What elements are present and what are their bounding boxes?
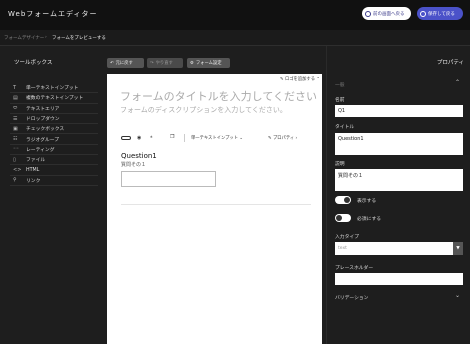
chevron-up-icon[interactable]: ⌃ bbox=[316, 77, 320, 82]
textarea-icon: ⬭ bbox=[13, 105, 18, 112]
top-bar: Webフォームエディター 前の画面へ戻る 保存して戻る bbox=[0, 0, 470, 30]
breadcrumb-parent[interactable]: フォームデザイナー bbox=[4, 35, 44, 41]
dropdown-icon: ☰ bbox=[13, 115, 18, 122]
question-title[interactable]: Question1 bbox=[121, 152, 157, 160]
placeholder-label: プレースホルダー bbox=[335, 266, 374, 271]
name-input[interactable]: Q1 bbox=[335, 105, 463, 117]
add-logo-link[interactable]: ✎ ロゴを追加する ⌃ bbox=[280, 76, 320, 82]
title-textarea[interactable]: Question1 bbox=[335, 133, 463, 155]
undo-icon: ↶ bbox=[110, 60, 114, 66]
toolbox-item-checkbox[interactable]: ▣ チェックボックス bbox=[10, 124, 98, 135]
copy-icon[interactable]: ❐ bbox=[170, 134, 174, 140]
link-icon: ⚲ bbox=[13, 177, 17, 184]
add-logo-label: ロゴを追加する bbox=[284, 77, 316, 82]
required-icon[interactable]: ⁎ bbox=[150, 134, 153, 140]
toolbox-item-label: ドロップダウン bbox=[26, 117, 60, 123]
chevron-down-icon[interactable]: ⌄ bbox=[455, 292, 460, 299]
rating-icon: ◦◦ bbox=[13, 146, 19, 153]
toolbox-item-label: 複数のテキストインプット bbox=[26, 96, 84, 102]
redo-icon: ↷ bbox=[150, 60, 154, 66]
text-icon: T bbox=[13, 84, 17, 91]
toolbox-item-single-text[interactable]: T 単一テキストインプット bbox=[10, 83, 98, 94]
eye-icon[interactable]: ◉ bbox=[137, 135, 141, 141]
toggle-knob bbox=[344, 197, 350, 203]
validation-section-header[interactable]: バリデーション bbox=[335, 294, 368, 301]
toolbar-divider bbox=[184, 134, 185, 142]
toolbox-item-label: 単一テキストインプット bbox=[26, 86, 79, 92]
toolbox-item-label: リンク bbox=[26, 178, 41, 184]
toolbox-item-dropdown[interactable]: ☰ ドロップダウン bbox=[10, 114, 98, 125]
description-textarea[interactable]: 質問その１ bbox=[335, 169, 463, 191]
toggle-knob bbox=[336, 215, 342, 221]
back-button[interactable]: 前の画面へ戻る bbox=[362, 7, 411, 20]
form-title-input[interactable]: フォームのタイトルを入力してください bbox=[120, 88, 317, 104]
form-canvas: ✎ ロゴを追加する ⌃ フォームのタイトルを入力してください フォームのディスク… bbox=[107, 74, 322, 344]
redo-button[interactable]: ↷ やり直す bbox=[147, 58, 183, 68]
save-button-label: 保存して戻る bbox=[428, 11, 455, 17]
title-label: タイトル bbox=[335, 125, 355, 130]
input-type-value: text bbox=[338, 246, 347, 251]
placeholder-input[interactable] bbox=[335, 273, 463, 285]
toolbox-title: ツールボックス bbox=[14, 60, 53, 66]
toolbox-item-file[interactable]: ▯ ファイル bbox=[10, 155, 98, 166]
toolbox-item-radiogroup[interactable]: ☷ ラジオグループ bbox=[10, 134, 98, 145]
toolbox-item-label: レーティング bbox=[26, 147, 55, 153]
breadcrumb: フォームデザイナー › フォームをプレビューする bbox=[0, 30, 470, 46]
app-title: Webフォームエディター bbox=[8, 10, 98, 18]
settings-icon: ⚙ bbox=[190, 60, 194, 66]
question-divider bbox=[121, 204, 311, 205]
input-type-label: 入力タイプ bbox=[335, 235, 359, 240]
undo-button[interactable]: ↶ 元に戻す bbox=[107, 58, 144, 68]
toolbox-item-rating[interactable]: ◦◦ レーティング bbox=[10, 145, 98, 156]
question-answer-input[interactable] bbox=[121, 171, 216, 187]
properties-panel: プロパティ 一般 ⌃ 名前 Q1 タイトル Question1 説明 質問その１… bbox=[326, 46, 470, 344]
form-editor-app: Webフォームエディター 前の画面へ戻る 保存して戻る フォームデザイナー › … bbox=[0, 0, 470, 344]
form-settings-label: フォーム設定 bbox=[195, 61, 222, 66]
toolbox-item-multi-text[interactable]: ▤ 複数のテキストインプット bbox=[10, 93, 98, 104]
chevron-up-icon[interactable]: ⌃ bbox=[455, 79, 460, 86]
breadcrumb-separator: › bbox=[45, 35, 47, 40]
question-description[interactable]: 質問その１ bbox=[121, 161, 146, 168]
chevron-down-icon[interactable]: ▼ bbox=[453, 242, 463, 255]
drag-handle-icon[interactable] bbox=[121, 136, 131, 140]
toolbox-item-link[interactable]: ⚲ リンク bbox=[10, 176, 98, 186]
required-toggle[interactable] bbox=[335, 214, 351, 222]
name-label: 名前 bbox=[335, 98, 345, 103]
required-label: 必須にする bbox=[357, 217, 382, 222]
save-icon bbox=[420, 10, 426, 17]
input-type-select[interactable]: text ▼ bbox=[335, 242, 463, 255]
save-and-return-button[interactable]: 保存して戻る bbox=[417, 7, 463, 20]
breadcrumb-current: フォームをプレビューする bbox=[52, 36, 106, 41]
properties-label: プロパティ › bbox=[272, 136, 298, 141]
multi-text-icon: ▤ bbox=[13, 94, 18, 101]
question-toolbar: ◉ ⁎ ❐ 単一テキストインプット ⌄ ✎ プロパティ › bbox=[121, 134, 311, 144]
toolbox-item-label: ラジオグループ bbox=[26, 137, 60, 143]
toolbox-list: T 単一テキストインプット ▤ 複数のテキストインプット ⬭ テキストエリア ☰ ドロッ… bbox=[10, 83, 98, 186]
properties-title: プロパティ bbox=[436, 60, 464, 66]
code-icon: <> bbox=[13, 167, 22, 174]
visible-toggle[interactable] bbox=[335, 196, 351, 204]
form-settings-button[interactable]: ⚙ フォーム設定 bbox=[187, 58, 230, 68]
description-label: 説明 bbox=[335, 162, 345, 167]
toolbox-item-label: ファイル bbox=[26, 158, 46, 164]
visible-label: 表示する bbox=[357, 199, 377, 204]
toolbox-item-label: チェックボックス bbox=[26, 127, 65, 133]
toolbox-item-textarea[interactable]: ⬭ テキストエリア bbox=[10, 104, 98, 114]
radiogroup-icon: ☷ bbox=[13, 136, 18, 143]
back-button-label: 前の画面へ戻る bbox=[373, 11, 405, 17]
question-type-dropdown[interactable]: 単一テキストインプット ⌄ bbox=[191, 135, 243, 141]
redo-label: やり直す bbox=[155, 61, 173, 66]
form-description-input[interactable]: フォームのディスクリプションを入力してください。 bbox=[120, 105, 287, 115]
toolbox-item-label: HTML bbox=[26, 167, 40, 173]
undo-label: 元に戻す bbox=[115, 61, 133, 66]
back-arrow-icon bbox=[365, 10, 371, 17]
section-general-header[interactable]: 一般 bbox=[335, 81, 345, 88]
toolbox-item-label: テキストエリア bbox=[26, 106, 60, 112]
toolbox-item-html[interactable]: <> HTML bbox=[10, 165, 98, 176]
checkbox-icon: ▣ bbox=[13, 125, 18, 132]
file-icon: ▯ bbox=[13, 156, 16, 163]
question-properties-button[interactable]: ✎ プロパティ › bbox=[268, 135, 297, 141]
